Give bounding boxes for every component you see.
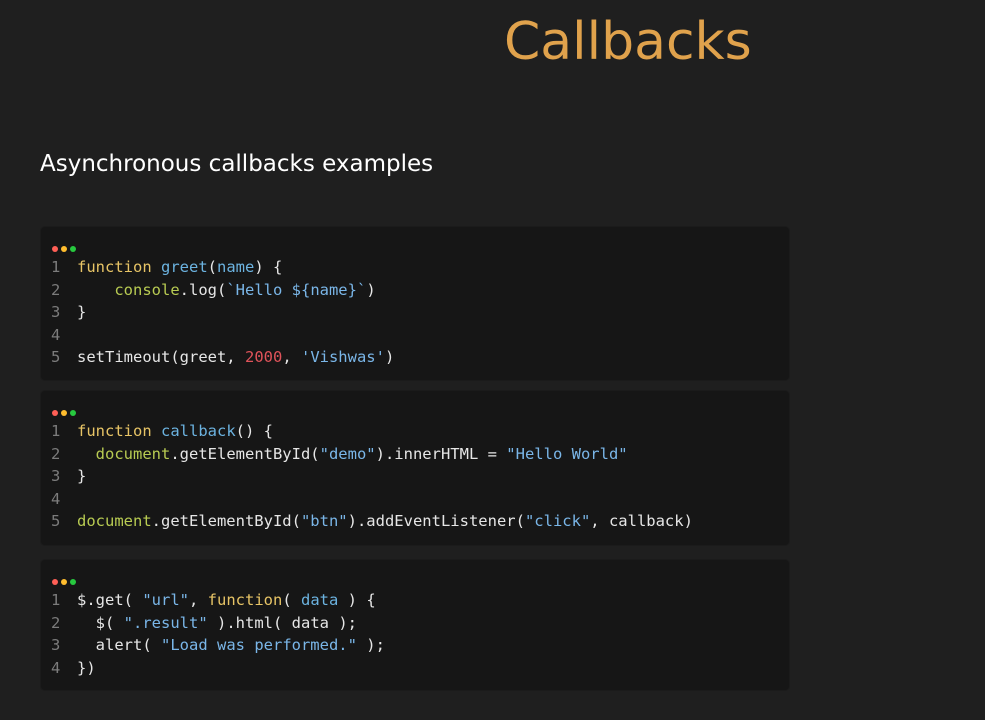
window-controls [52, 401, 79, 416]
minimize-dot-icon [61, 579, 67, 585]
slide-title: Callbacks [504, 12, 752, 72]
code-line: 2 $( ".result" ).html( data ); [51, 612, 385, 635]
code-token: function [77, 422, 161, 440]
code-token: .getElementById( [151, 512, 301, 530]
code-token: ) { [338, 591, 376, 609]
code-token: , [282, 348, 301, 366]
code-token: "click" [524, 512, 591, 530]
code-token: }) [77, 658, 96, 677]
maximize-dot-icon [70, 579, 76, 585]
code-token: ) { [254, 258, 283, 276]
code-token: document [95, 444, 171, 463]
line-number: 5 [51, 348, 61, 366]
code-token: ( [207, 258, 218, 276]
code-line: 5 document.getElementById("btn").addEvent… [51, 510, 693, 533]
code-token: } [77, 467, 87, 485]
line-number: 3 [51, 636, 61, 654]
code-block: 1 function greet(name) { 2 console.log(`He… [51, 256, 394, 369]
code-token: document [77, 512, 152, 530]
code-token: 'Vishwas' [300, 348, 385, 366]
code-token: `Hello ${name}` [226, 280, 367, 299]
code-token: "Load was performed." [161, 636, 357, 654]
code-token: ); [356, 636, 385, 654]
window-controls [52, 570, 79, 585]
code-line: 3 alert( "Load was performed." ); [51, 634, 385, 657]
code-token: function [77, 258, 161, 276]
close-dot-icon [52, 579, 58, 585]
code-token: 2000 [244, 348, 283, 366]
code-token: ".result" [123, 613, 208, 632]
line-number: 5 [51, 512, 61, 530]
code-token: name [217, 258, 255, 276]
code-token: ( [282, 591, 301, 609]
code-token: , callback) [590, 512, 693, 530]
code-token: ) [366, 280, 376, 299]
close-dot-icon [52, 246, 58, 252]
code-line: 4 [51, 324, 394, 347]
code-token: ).addEventListener( [347, 512, 525, 530]
code-line: 2 document.getElementById("demo").innerH… [51, 443, 693, 466]
maximize-dot-icon [70, 410, 76, 416]
code-token: "demo" [319, 444, 376, 463]
code-window-jquery-get: 1 $.get( "url", function( data ) { 2 $( ".… [41, 560, 789, 690]
code-line: 4 [51, 488, 693, 511]
code-token: greet [161, 258, 208, 276]
code-window-greet: 1 function greet(name) { 2 console.log(`He… [41, 227, 789, 380]
code-token: data [301, 591, 339, 609]
code-window-callback: 1 function callback() {2 document.getElem… [41, 391, 789, 545]
code-token: function [207, 591, 283, 609]
slide-subtitle: Asynchronous callbacks examples [40, 151, 434, 177]
code-token: .log( [179, 280, 227, 299]
line-number: 1 [51, 258, 61, 276]
code-line: 3} [51, 465, 693, 488]
code-token: "btn" [300, 512, 348, 530]
code-line: 1 function greet(name) { [51, 256, 394, 279]
line-number: 3 [51, 467, 61, 485]
line-number: 2 [51, 280, 61, 299]
code-line: 1 function callback() { [51, 420, 693, 443]
maximize-dot-icon [70, 246, 76, 252]
code-line: 3} [51, 301, 394, 324]
code-line: 1 $.get( "url", function( data ) { [51, 589, 385, 612]
line-number: 1 [51, 422, 61, 440]
code-line: 5 setTimeout(greet, 2000, 'Vishwas') [51, 346, 394, 369]
code-token: "Hello World" [506, 444, 628, 463]
minimize-dot-icon [61, 246, 67, 252]
line-number: 4 [51, 658, 61, 677]
code-token: ).html( data ); [207, 613, 357, 632]
code-token: } [77, 303, 87, 321]
line-number: 4 [51, 325, 61, 344]
window-controls [52, 237, 79, 252]
close-dot-icon [52, 410, 58, 416]
code-token: "url" [142, 591, 189, 609]
line-number: 2 [51, 613, 61, 632]
line-number: 3 [51, 303, 61, 321]
code-line: 2 console.log(`Hello ${name}`) [51, 279, 394, 302]
code-block: 1 function callback() {2 document.getElem… [51, 420, 693, 533]
code-token: $.get( [77, 591, 143, 609]
line-number: 1 [51, 591, 61, 609]
code-token: , [189, 591, 208, 609]
line-number: 4 [51, 489, 61, 508]
minimize-dot-icon [61, 410, 67, 416]
code-token: setTimeout(greet, [77, 348, 245, 366]
code-token: ).innerHTML = [375, 444, 507, 463]
code-token: $( [77, 613, 124, 632]
code-token: console [114, 280, 180, 299]
code-line: 4}) [51, 657, 385, 680]
code-token: () { [235, 422, 273, 440]
code-token: alert( [77, 636, 161, 654]
code-token: .getElementById( [170, 444, 320, 463]
code-token: ) [384, 348, 395, 366]
code-token: callback [161, 422, 236, 440]
line-number: 2 [51, 444, 61, 463]
code-block: 1 $.get( "url", function( data ) { 2 $( ".… [51, 589, 385, 679]
